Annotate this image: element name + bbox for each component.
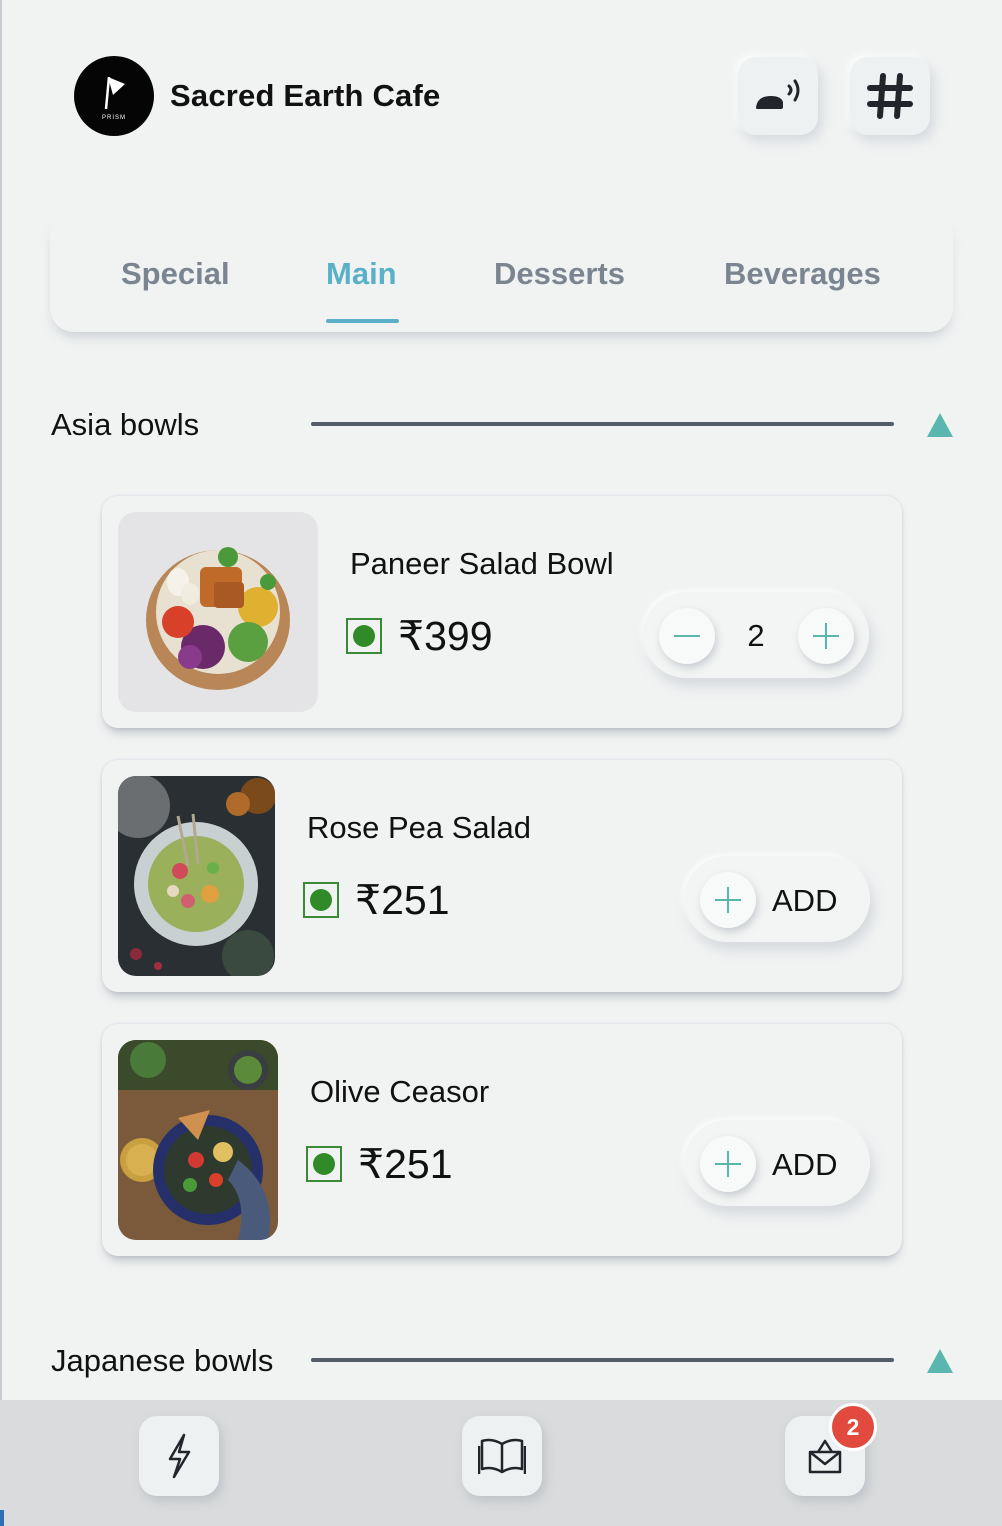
active-tab-indicator xyxy=(326,319,399,323)
item-name: Paneer Salad Bowl xyxy=(350,546,614,581)
cafe-name: Sacred Earth Cafe xyxy=(170,78,441,113)
call-waiter-icon xyxy=(756,79,800,109)
menu-item-card: Olive Ceasor ₹251 ADD xyxy=(102,1024,902,1256)
call-waiter-button[interactable] xyxy=(738,57,818,135)
food-image-rose-pea-salad xyxy=(118,776,275,976)
item-price: ₹251 xyxy=(355,877,450,923)
hash-icon xyxy=(867,73,913,119)
menu-book-button[interactable] xyxy=(462,1416,542,1496)
add-label: ADD xyxy=(772,883,838,918)
add-plus-button[interactable] xyxy=(700,872,756,928)
quantity-value: 2 xyxy=(747,618,765,653)
add-to-cart-button[interactable]: ADD xyxy=(684,856,870,942)
add-to-cart-button[interactable]: ADD xyxy=(684,1120,870,1206)
table-number-button[interactable] xyxy=(850,57,930,135)
increase-quantity-button[interactable] xyxy=(798,608,854,664)
quantity-stepper: 2 xyxy=(643,592,869,678)
decrease-quantity-button[interactable] xyxy=(659,608,715,664)
quick-order-button[interactable] xyxy=(139,1416,219,1496)
window-corner xyxy=(0,1510,4,1526)
add-label: ADD xyxy=(772,1147,838,1182)
item-name: Rose Pea Salad xyxy=(307,810,532,845)
menu-item-card: Rose Pea Salad ₹251 ADD xyxy=(102,760,902,992)
food-image-olive-ceasor xyxy=(118,1040,278,1240)
section-divider xyxy=(311,1358,894,1362)
category-tabs: Special Main Desserts Beverages xyxy=(50,212,953,332)
cafe-logo: PRISM xyxy=(74,56,154,136)
plus-icon xyxy=(813,623,839,649)
tab-main[interactable]: Main xyxy=(326,256,397,292)
veg-indicator-icon xyxy=(303,882,339,918)
plus-icon xyxy=(715,887,741,913)
menu-item-card: Paneer Salad Bowl ₹399 2 xyxy=(102,496,902,728)
plus-icon xyxy=(715,1151,741,1177)
add-plus-button[interactable] xyxy=(700,1136,756,1192)
veg-indicator-icon xyxy=(306,1146,342,1182)
item-name: Olive Ceasor xyxy=(310,1074,490,1109)
section-title-asia-bowls: Asia bowls xyxy=(51,407,200,442)
section-title-japanese-bowls: Japanese bowls xyxy=(51,1343,274,1378)
menu-book-icon xyxy=(478,1438,526,1474)
flash-icon xyxy=(168,1433,191,1479)
tab-special[interactable]: Special xyxy=(121,256,230,292)
food-image-paneer-salad-bowl xyxy=(118,512,318,712)
item-price: ₹399 xyxy=(398,613,493,659)
tab-beverages[interactable]: Beverages xyxy=(724,256,881,292)
tab-desserts[interactable]: Desserts xyxy=(494,256,625,292)
window-edge xyxy=(0,0,2,1526)
cart-count-badge: 2 xyxy=(829,1403,877,1451)
section-divider xyxy=(311,422,894,426)
collapse-triangle-icon[interactable] xyxy=(927,1349,953,1373)
minus-icon xyxy=(674,635,700,637)
collapse-triangle-icon[interactable] xyxy=(927,413,953,437)
flag-logo-icon: PRISM xyxy=(102,76,126,121)
svg-text:PRISM: PRISM xyxy=(102,115,126,121)
veg-indicator-icon xyxy=(346,618,382,654)
item-price: ₹251 xyxy=(358,1141,453,1187)
